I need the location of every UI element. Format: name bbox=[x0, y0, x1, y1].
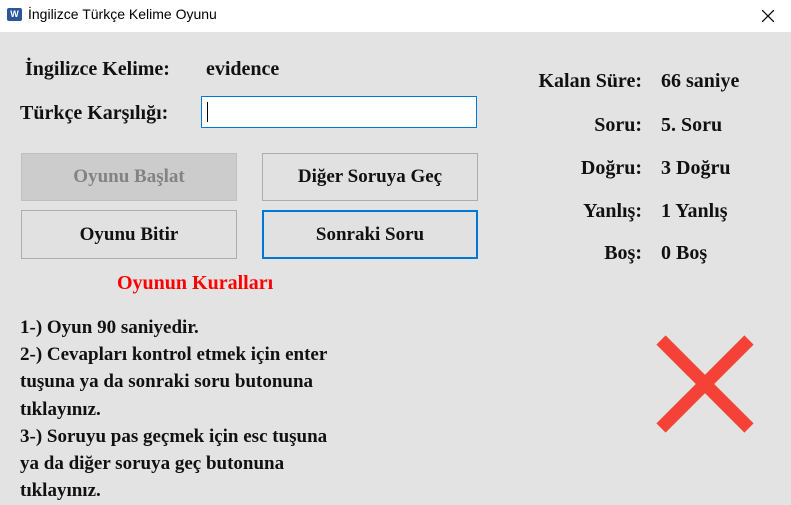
rule-line: 3-) Soruyu pas geçmek için esc tuşuna bbox=[20, 425, 328, 447]
rules-title: Oyunun Kuralları bbox=[117, 272, 274, 294]
rule-line: tıklayınız. bbox=[20, 398, 101, 420]
turkish-answer-input[interactable] bbox=[201, 96, 477, 128]
skip-question-button[interactable]: Diğer Soruya Geç bbox=[262, 153, 478, 201]
turkish-meaning-label: Türkçe Karşılığı: bbox=[20, 102, 169, 124]
rule-line: ya da diğer soruya geç butonuna bbox=[20, 453, 285, 475]
english-word-value: evidence bbox=[206, 58, 280, 80]
rule-line: 2-) Cevapları kontrol etmek için enter bbox=[20, 344, 328, 366]
empty-value: 0 Boş bbox=[661, 242, 708, 264]
wrong-answer-x-icon bbox=[656, 335, 754, 433]
rule-line: tuşuna ya da sonraki soru butonuna bbox=[20, 371, 314, 393]
window-title: İngilizce Türkçe Kelime Oyunu bbox=[28, 6, 217, 22]
question-label: Soru: bbox=[594, 114, 642, 136]
title-bar: W İngilizce Türkçe Kelime Oyunu bbox=[0, 0, 791, 32]
time-left-value: 66 saniye bbox=[661, 70, 740, 92]
finish-game-button[interactable]: Oyunu Bitir bbox=[21, 210, 237, 259]
time-left-label: Kalan Süre: bbox=[538, 70, 642, 92]
wrong-label: Yanlış: bbox=[583, 200, 642, 222]
empty-label: Boş: bbox=[604, 242, 642, 264]
question-value: 5. Soru bbox=[661, 114, 723, 136]
rule-line: 1-) Oyun 90 saniyedir. bbox=[20, 317, 199, 338]
correct-label: Doğru: bbox=[580, 157, 642, 179]
close-icon bbox=[762, 10, 774, 22]
start-game-button[interactable]: Oyunu Başlat bbox=[21, 153, 237, 201]
word-app-icon: W bbox=[7, 8, 22, 21]
next-question-button[interactable]: Sonraki Soru bbox=[262, 210, 478, 259]
english-word-label: İngilizce Kelime: bbox=[25, 58, 170, 80]
wrong-value: 1 Yanlış bbox=[661, 200, 728, 222]
correct-value: 3 Doğru bbox=[661, 157, 731, 179]
text-caret bbox=[207, 102, 208, 122]
rules-text: 1-) Oyun 90 saniyedir. 2-) Cevapları kon… bbox=[20, 314, 440, 504]
close-window-button[interactable] bbox=[745, 0, 791, 32]
rule-line: tıklayınız. bbox=[20, 480, 101, 502]
